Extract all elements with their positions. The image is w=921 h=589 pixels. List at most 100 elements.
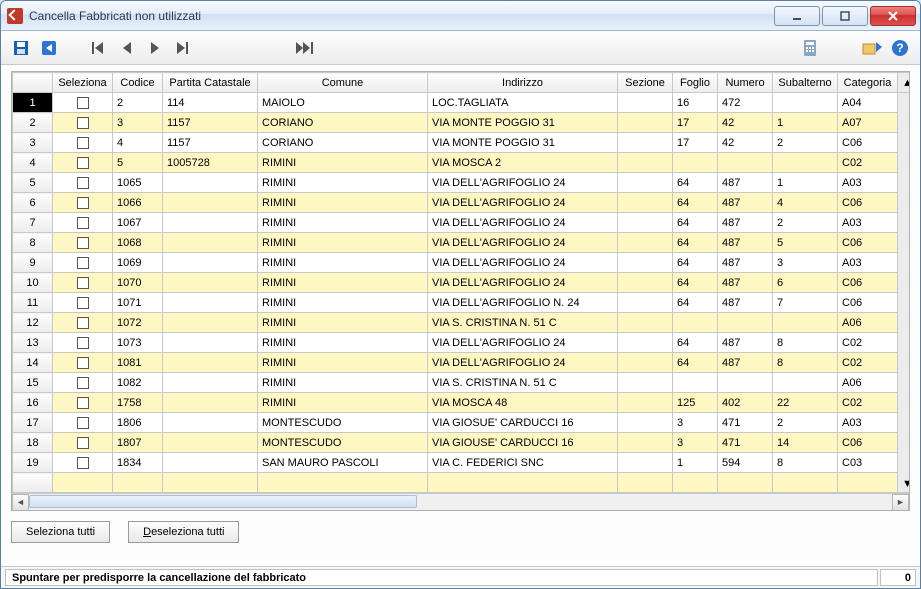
cell-comune[interactable]: RIMINI bbox=[258, 393, 428, 413]
cell-categoria[interactable]: A03 bbox=[838, 213, 898, 233]
cell-partita[interactable] bbox=[163, 173, 258, 193]
export-icon[interactable] bbox=[860, 36, 884, 60]
cell-subalterno[interactable] bbox=[773, 153, 838, 173]
cell-sezione[interactable] bbox=[618, 453, 673, 473]
row-header[interactable]: 9 bbox=[13, 253, 53, 273]
cell-foglio[interactable]: 64 bbox=[673, 253, 718, 273]
save-icon[interactable] bbox=[9, 36, 33, 60]
cell-partita[interactable] bbox=[163, 433, 258, 453]
cell-categoria[interactable]: C02 bbox=[838, 333, 898, 353]
table-row[interactable]: 231157CORIANOVIA MONTE POGGIO 3117421A07 bbox=[13, 113, 910, 133]
col-categoria[interactable]: Categoria bbox=[838, 73, 898, 93]
cell-seleziona[interactable] bbox=[53, 93, 113, 113]
table-row[interactable]: 121072RIMINIVIA S. CRISTINA N. 51 CA06 bbox=[13, 313, 910, 333]
cell-foglio[interactable] bbox=[673, 313, 718, 333]
cell-seleziona[interactable] bbox=[53, 213, 113, 233]
cell-categoria[interactable]: A03 bbox=[838, 173, 898, 193]
cell-subalterno[interactable]: 8 bbox=[773, 333, 838, 353]
scroll-left-icon[interactable]: ◄ bbox=[12, 494, 29, 511]
table-row[interactable]: 12114MAIOLOLOC.TAGLIATA16472A04▼ bbox=[13, 93, 910, 113]
cell-numero[interactable] bbox=[718, 313, 773, 333]
row-header[interactable]: 11 bbox=[13, 293, 53, 313]
cell-partita[interactable]: 1157 bbox=[163, 113, 258, 133]
scroll-thumb[interactable] bbox=[29, 495, 417, 508]
cell-comune[interactable]: MONTESCUDO bbox=[258, 433, 428, 453]
cell-codice[interactable]: 4 bbox=[113, 133, 163, 153]
minimize-button[interactable] bbox=[774, 6, 820, 26]
corner-header[interactable] bbox=[13, 73, 53, 93]
checkbox[interactable] bbox=[77, 317, 89, 329]
cell-codice[interactable]: 1072 bbox=[113, 313, 163, 333]
col-partita[interactable]: Partita Catastale bbox=[163, 73, 258, 93]
row-header[interactable]: 6 bbox=[13, 193, 53, 213]
cell-sezione[interactable] bbox=[618, 393, 673, 413]
row-header[interactable]: 12 bbox=[13, 313, 53, 333]
cell-sezione[interactable] bbox=[618, 413, 673, 433]
row-header[interactable]: 5 bbox=[13, 173, 53, 193]
cell-comune[interactable]: RIMINI bbox=[258, 313, 428, 333]
cell-partita[interactable]: 1157 bbox=[163, 133, 258, 153]
cell-indirizzo[interactable]: VIA DELL'AGRIFOGLIO 24 bbox=[428, 173, 618, 193]
cell-subalterno[interactable]: 2 bbox=[773, 413, 838, 433]
cell-indirizzo[interactable]: VIA GIOUSE' CARDUCCI 16 bbox=[428, 433, 618, 453]
cell-foglio[interactable]: 64 bbox=[673, 273, 718, 293]
cell-partita[interactable]: 1005728 bbox=[163, 153, 258, 173]
row-header[interactable]: 14 bbox=[13, 353, 53, 373]
table-row[interactable]: 171806MONTESCUDOVIA GIOSUE' CARDUCCI 163… bbox=[13, 413, 910, 433]
cell-categoria[interactable]: C06 bbox=[838, 273, 898, 293]
cell-codice[interactable]: 1758 bbox=[113, 393, 163, 413]
cell-indirizzo[interactable]: VIA DELL'AGRIFOGLIO N. 24 bbox=[428, 293, 618, 313]
cell-foglio[interactable]: 64 bbox=[673, 233, 718, 253]
table-row[interactable]: 151082RIMINIVIA S. CRISTINA N. 51 CA06 bbox=[13, 373, 910, 393]
row-header[interactable]: 17 bbox=[13, 413, 53, 433]
cell-foglio[interactable]: 64 bbox=[673, 293, 718, 313]
cell-subalterno[interactable]: 2 bbox=[773, 213, 838, 233]
cell-numero[interactable]: 402 bbox=[718, 393, 773, 413]
cell-partita[interactable] bbox=[163, 273, 258, 293]
checkbox[interactable] bbox=[77, 297, 89, 309]
checkbox[interactable] bbox=[77, 157, 89, 169]
deselect-all-button[interactable]: Deseleziona tutti bbox=[128, 521, 239, 543]
row-header[interactable]: 4 bbox=[13, 153, 53, 173]
cell-indirizzo[interactable]: VIA MOSCA 2 bbox=[428, 153, 618, 173]
cell-numero[interactable]: 487 bbox=[718, 293, 773, 313]
cell-seleziona[interactable] bbox=[53, 113, 113, 133]
table-row[interactable]: 181807MONTESCUDOVIA GIOUSE' CARDUCCI 163… bbox=[13, 433, 910, 453]
cell-comune[interactable]: RIMINI bbox=[258, 253, 428, 273]
horizontal-scrollbar[interactable]: ◄ ► bbox=[12, 493, 909, 510]
col-comune[interactable]: Comune bbox=[258, 73, 428, 93]
cell-indirizzo[interactable]: VIA MONTE POGGIO 31 bbox=[428, 113, 618, 133]
checkbox[interactable] bbox=[77, 337, 89, 349]
cell-indirizzo[interactable]: VIA S. CRISTINA N. 51 C bbox=[428, 313, 618, 333]
checkbox[interactable] bbox=[77, 437, 89, 449]
cell-indirizzo[interactable]: VIA MONTE POGGIO 31 bbox=[428, 133, 618, 153]
checkbox[interactable] bbox=[77, 117, 89, 129]
cell-numero[interactable]: 471 bbox=[718, 413, 773, 433]
cell-numero[interactable] bbox=[718, 153, 773, 173]
row-header[interactable]: 18 bbox=[13, 433, 53, 453]
calculator-icon[interactable] bbox=[798, 36, 822, 60]
cell-categoria[interactable]: C02 bbox=[838, 393, 898, 413]
cell-categoria[interactable]: A03 bbox=[838, 253, 898, 273]
cell-categoria[interactable]: C06 bbox=[838, 293, 898, 313]
cell-seleziona[interactable] bbox=[53, 133, 113, 153]
cell-subalterno[interactable]: 1 bbox=[773, 173, 838, 193]
cell-foglio[interactable] bbox=[673, 373, 718, 393]
cell-sezione[interactable] bbox=[618, 373, 673, 393]
col-seleziona[interactable]: Seleziona bbox=[53, 73, 113, 93]
cell-numero[interactable]: 487 bbox=[718, 353, 773, 373]
cell-seleziona[interactable] bbox=[53, 193, 113, 213]
col-subalterno[interactable]: Subalterno bbox=[773, 73, 838, 93]
cell-subalterno[interactable]: 8 bbox=[773, 453, 838, 473]
cell-foglio[interactable]: 64 bbox=[673, 193, 718, 213]
cell-partita[interactable] bbox=[163, 193, 258, 213]
cell-codice[interactable]: 2 bbox=[113, 93, 163, 113]
checkbox[interactable] bbox=[77, 217, 89, 229]
cell-categoria[interactable]: C03 bbox=[838, 453, 898, 473]
cell-comune[interactable]: SAN MAURO PASCOLI bbox=[258, 453, 428, 473]
cell-codice[interactable]: 1807 bbox=[113, 433, 163, 453]
table-row[interactable]: 91069RIMINIVIA DELL'AGRIFOGLIO 24644873A… bbox=[13, 253, 910, 273]
cell-sezione[interactable] bbox=[618, 133, 673, 153]
cell-seleziona[interactable] bbox=[53, 433, 113, 453]
cell-seleziona[interactable] bbox=[53, 173, 113, 193]
